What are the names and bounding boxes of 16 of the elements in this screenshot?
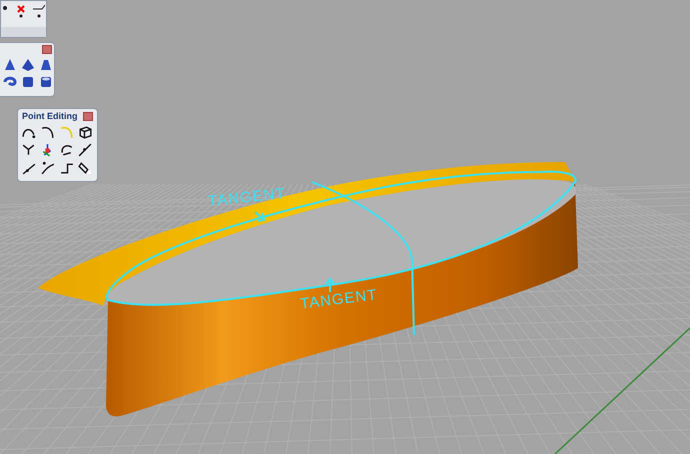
truncated-cone-icon[interactable] (39, 58, 53, 72)
curve-icon[interactable] (40, 124, 56, 140)
cube-icon[interactable] (77, 124, 94, 140)
curve-icon[interactable] (21, 142, 37, 158)
annotation-text: TANGENT (207, 186, 286, 210)
tube-icon[interactable] (39, 75, 53, 89)
pyramid-icon[interactable] (21, 58, 35, 72)
torus-icon[interactable] (3, 75, 17, 89)
curve-point-icon[interactable] (32, 4, 45, 18)
cylinder-icon[interactable] (21, 75, 35, 89)
curve-icon[interactable] (40, 160, 56, 176)
cone-icon[interactable] (3, 58, 17, 72)
annotation-text: TANGENT (299, 287, 378, 312)
line-icon[interactable] (77, 142, 94, 158)
toolbar-strip (1, 27, 46, 37)
toolbar-title: Point Editing (22, 112, 78, 121)
